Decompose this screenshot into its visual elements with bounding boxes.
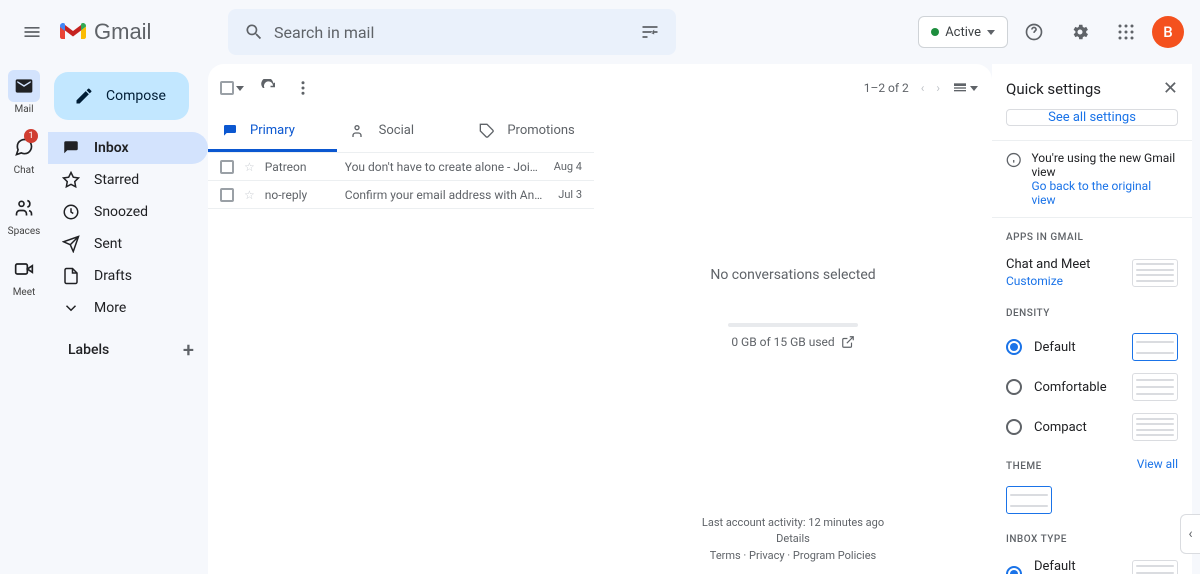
mail-date: Jul 3 xyxy=(558,188,582,201)
info-icon xyxy=(1006,151,1021,169)
rail-chat[interactable]: 1 Chat xyxy=(8,131,40,176)
pencil-icon xyxy=(74,86,94,106)
apps-grid-icon[interactable] xyxy=(1106,12,1146,52)
empty-state-text: No conversations selected xyxy=(710,267,875,283)
product-name: Gmail xyxy=(94,19,151,45)
split-pane-toggle[interactable] xyxy=(952,80,978,96)
theme-thumbnail[interactable] xyxy=(1006,486,1052,514)
tab-promotions[interactable]: Promotions xyxy=(465,112,594,152)
gmail-logo[interactable]: Gmail xyxy=(56,19,216,45)
star-icon[interactable]: ☆ xyxy=(244,160,255,174)
rail-mail[interactable]: Mail xyxy=(8,70,40,115)
support-icon[interactable] xyxy=(1014,12,1054,52)
nav-sent[interactable]: Sent xyxy=(48,228,208,260)
revert-view-link[interactable]: Go back to the original view xyxy=(1031,179,1178,207)
density-compact[interactable]: Compact xyxy=(992,407,1192,447)
rail-spaces[interactable]: Spaces xyxy=(8,192,41,237)
tab-social[interactable]: Social xyxy=(337,112,466,152)
section-density-title: DENSITY xyxy=(992,294,1192,327)
account-avatar[interactable]: B xyxy=(1152,16,1184,48)
density-default[interactable]: Default xyxy=(992,327,1192,367)
apps-customize-link[interactable]: Customize xyxy=(1006,274,1063,288)
apps-line: Chat and Meet xyxy=(1006,257,1090,272)
footer-links[interactable]: Terms · Privacy · Program Policies xyxy=(594,548,992,565)
status-dot-icon xyxy=(931,28,939,36)
status-chip[interactable]: Active xyxy=(918,16,1008,48)
search-bar[interactable] xyxy=(228,9,676,55)
rail-meet[interactable]: Meet xyxy=(8,253,40,298)
open-external-icon[interactable] xyxy=(841,335,855,349)
nav-more[interactable]: More xyxy=(48,292,208,324)
mail-row[interactable]: ☆ no-reply Confirm your email address wi… xyxy=(208,181,594,209)
nav-snoozed[interactable]: Snoozed xyxy=(48,196,208,228)
chat-badge: 1 xyxy=(24,129,38,143)
search-options-icon[interactable] xyxy=(630,22,670,42)
apps-thumbnail xyxy=(1132,259,1178,287)
search-input[interactable] xyxy=(274,23,630,42)
mail-sender: Patreon xyxy=(265,160,335,174)
inbox-default[interactable]: DefaultCustomize xyxy=(992,553,1192,574)
density-comfortable[interactable]: Comfortable xyxy=(992,367,1192,407)
nav-inbox[interactable]: Inbox xyxy=(48,132,208,164)
theme-view-all-link[interactable]: View all xyxy=(1137,457,1178,471)
mail-checkbox[interactable] xyxy=(220,160,234,174)
details-link[interactable]: Details xyxy=(776,532,810,545)
settings-gear-icon[interactable] xyxy=(1060,12,1100,52)
section-theme-title: THEME xyxy=(992,447,1056,480)
close-settings-button[interactable]: ✕ xyxy=(1163,78,1178,99)
see-all-settings-button[interactable]: See all settings xyxy=(1006,109,1178,126)
mail-checkbox[interactable] xyxy=(220,188,234,202)
storage-text: 0 GB of 15 GB used xyxy=(731,335,834,349)
mail-subject: Confirm your email address with Anc… xyxy=(345,188,549,202)
main-menu-button[interactable] xyxy=(8,8,56,56)
settings-title: Quick settings xyxy=(1006,80,1101,98)
mail-sender: no-reply xyxy=(265,188,335,202)
refresh-button[interactable] xyxy=(260,79,278,97)
caret-down-icon xyxy=(987,30,995,35)
tab-primary[interactable]: Primary xyxy=(208,112,337,152)
prev-page-button[interactable]: ‹ xyxy=(921,81,925,95)
nav-drafts[interactable]: Drafts xyxy=(48,260,208,292)
select-all-checkbox[interactable] xyxy=(220,81,244,95)
section-apps-title: APPS IN GMAIL xyxy=(992,218,1192,251)
page-range: 1–2 of 2 xyxy=(864,81,909,95)
next-page-button[interactable]: › xyxy=(936,81,940,95)
mail-date: Aug 4 xyxy=(554,160,582,173)
activity-text: Last account activity: 12 minutes ago xyxy=(594,515,992,532)
storage-bar xyxy=(728,323,858,327)
add-label-button[interactable]: + xyxy=(183,338,194,362)
more-actions-button[interactable] xyxy=(294,79,312,97)
notice-text: You're using the new Gmail view xyxy=(1031,151,1178,179)
status-label: Active xyxy=(945,25,981,40)
search-icon[interactable] xyxy=(234,22,274,42)
mail-row[interactable]: ☆ Patreon You don't have to create alone… xyxy=(208,153,594,181)
compose-button[interactable]: Compose xyxy=(54,72,189,120)
labels-header: Labels xyxy=(68,342,109,358)
section-inbox-title: INBOX TYPE xyxy=(992,520,1192,553)
mail-subject: You don't have to create alone - Join … xyxy=(345,160,544,174)
nav-starred[interactable]: Starred xyxy=(48,164,208,196)
star-icon[interactable]: ☆ xyxy=(244,188,255,202)
side-panel-toggle[interactable]: ‹ xyxy=(1180,514,1200,554)
